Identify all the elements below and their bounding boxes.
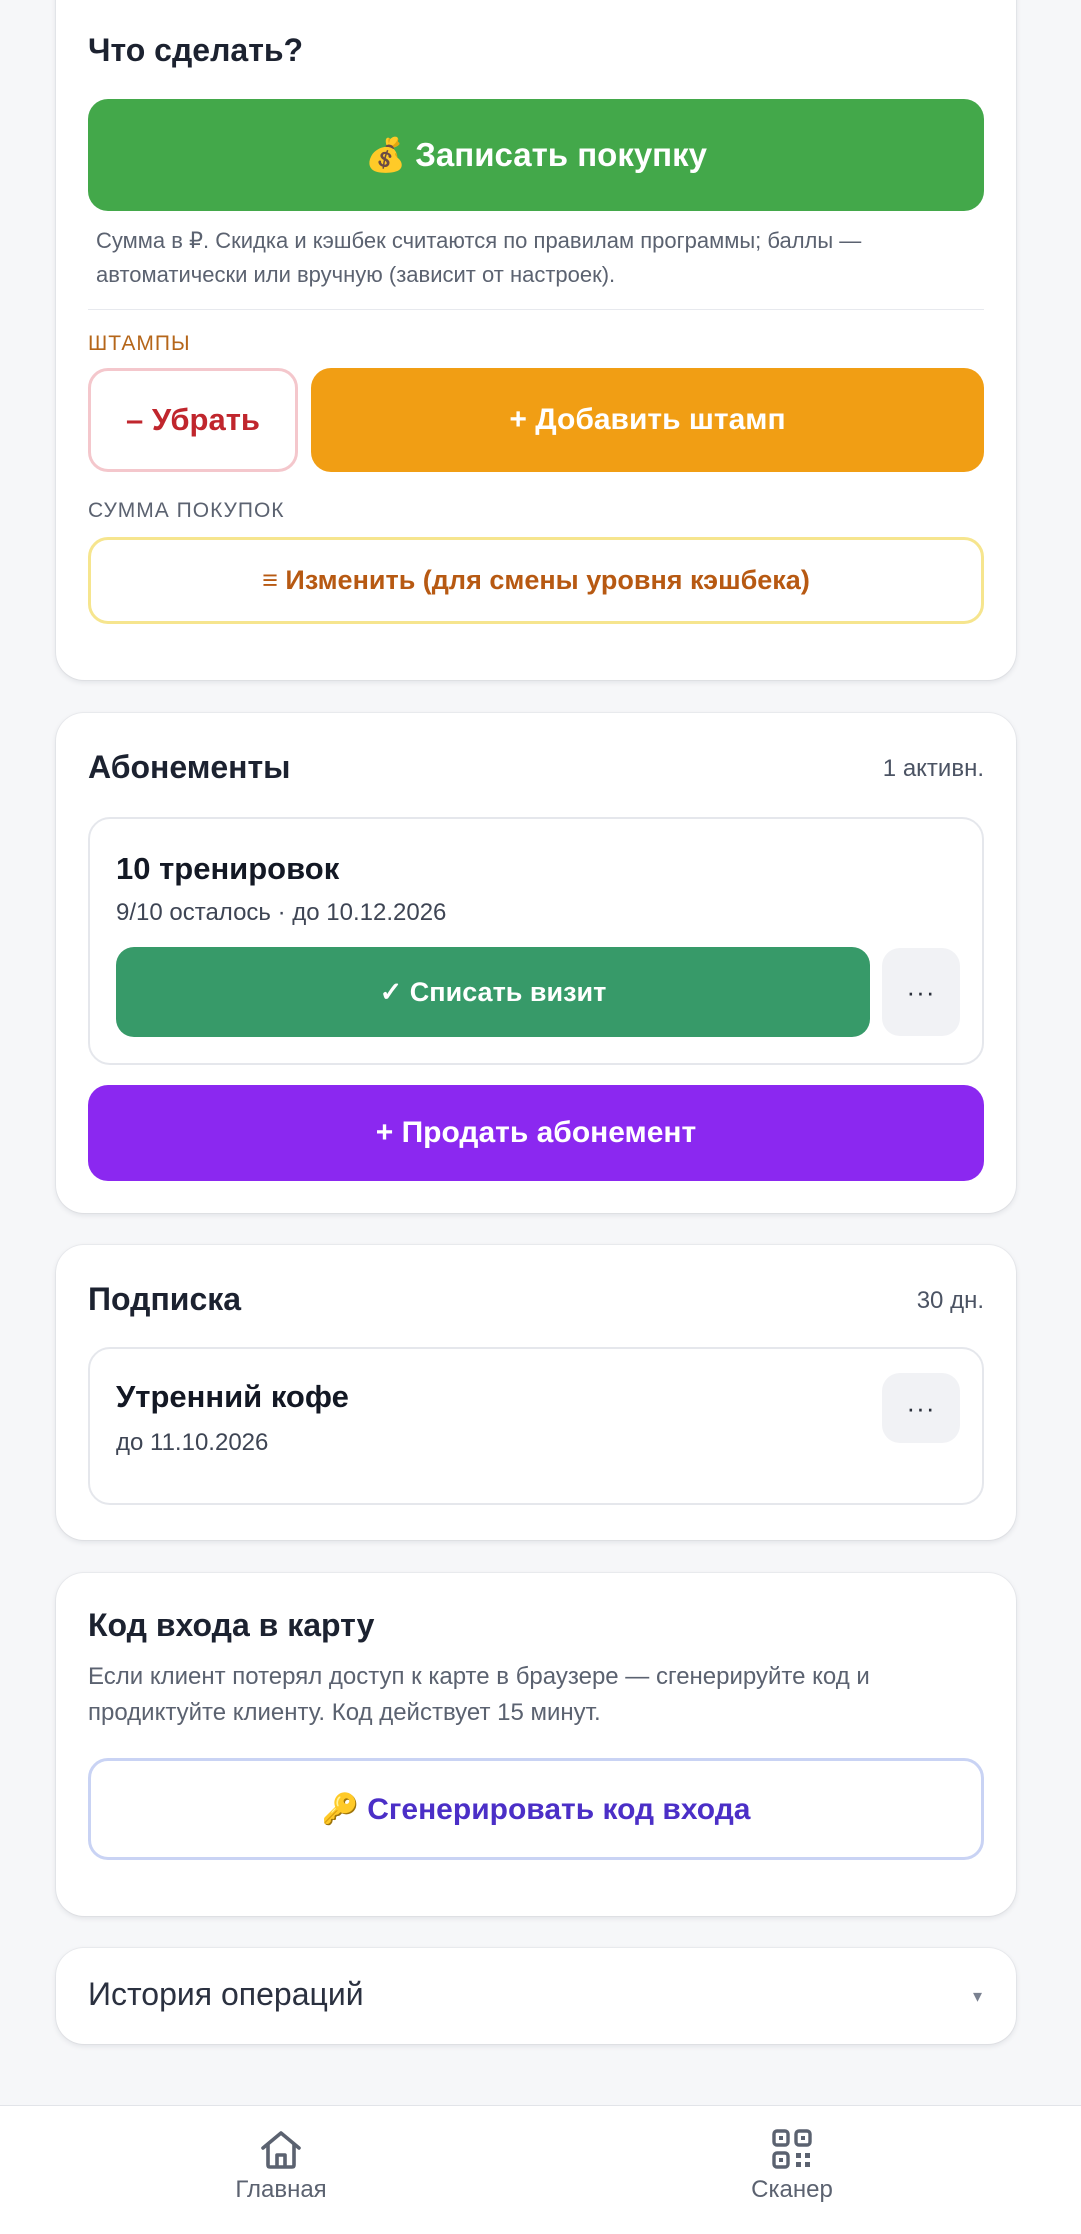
actions-card: Что сделать? 💰 Записать покупку Сумма в … (56, 0, 1016, 680)
subscriptions-card: Абонементы 1 активн. 10 тренировок 9/10 … (56, 713, 1016, 1213)
use-visit-button[interactable]: ✓ Списать визит (116, 947, 870, 1037)
tab-home-label: Главная (235, 2176, 327, 2203)
change-sum-button[interactable]: ≡ Изменить (для смены уровня кэшбека) (88, 537, 984, 624)
record-purchase-button[interactable]: 💰 Записать покупку (88, 99, 984, 211)
actions-title: Что сделать? (88, 32, 304, 68)
more-icon: ··· (906, 1392, 936, 1423)
login-code-card: Код входа в карту Если клиент потерял до… (56, 1573, 1016, 1916)
more-icon: ··· (906, 976, 936, 1007)
subscription-details: 9/10 осталось · до 10.12.2026 (116, 899, 447, 926)
page: Что сделать? 💰 Записать покупку Сумма в … (0, 0, 1081, 2234)
tab-home[interactable]: Главная (181, 2128, 381, 2204)
membership-name: Утренний кофе (116, 1379, 349, 1414)
membership-duration: 30 дн. (916, 1287, 984, 1314)
subscription-item: 10 тренировок 9/10 осталось · до 10.12.2… (88, 817, 984, 1065)
tab-scanner[interactable]: Сканер (692, 2128, 892, 2204)
sell-subscription-button[interactable]: + Продать абонемент (88, 1085, 984, 1181)
chevron-down-icon: ▾ (972, 1986, 982, 2006)
membership-item: Утренний кофе до 11.10.2026 ··· (88, 1347, 984, 1505)
history-title: История операций (88, 1976, 364, 2012)
subscription-more-button[interactable]: ··· (882, 948, 960, 1036)
subscriptions-count: 1 активн. (882, 755, 984, 782)
qr-code-icon (771, 2128, 813, 2170)
bottom-tab-bar: Главная Сканер (0, 2105, 1081, 2234)
tab-scanner-label: Сканер (751, 2176, 833, 2203)
membership-title: Подписка (88, 1281, 242, 1317)
subscription-name: 10 тренировок (116, 851, 340, 886)
membership-details: до 11.10.2026 (116, 1429, 269, 1456)
add-stamp-button[interactable]: + Добавить штамп (311, 368, 984, 472)
home-icon (259, 2128, 303, 2170)
generate-code-button[interactable]: 🔑 Сгенерировать код входа (88, 1758, 984, 1860)
history-card[interactable]: История операций ▾ (56, 1948, 1016, 2044)
stamps-label: ШТАМПЫ (88, 332, 191, 355)
divider (88, 309, 984, 310)
purchase-hint: Сумма в ₽. Скидка и кэшбек считаются по … (96, 228, 862, 287)
login-code-description: Если клиент потерял доступ к карте в бра… (88, 1663, 870, 1726)
membership-card: Подписка 30 дн. Утренний кофе до 11.10.2… (56, 1245, 1016, 1540)
purchase-sum-label: СУММА ПОКУПОК (88, 499, 285, 522)
membership-more-button[interactable]: ··· (882, 1373, 960, 1443)
subscriptions-title: Абонементы (88, 749, 291, 785)
login-code-title: Код входа в карту (88, 1607, 375, 1643)
remove-stamp-button[interactable]: – Убрать (88, 368, 298, 472)
